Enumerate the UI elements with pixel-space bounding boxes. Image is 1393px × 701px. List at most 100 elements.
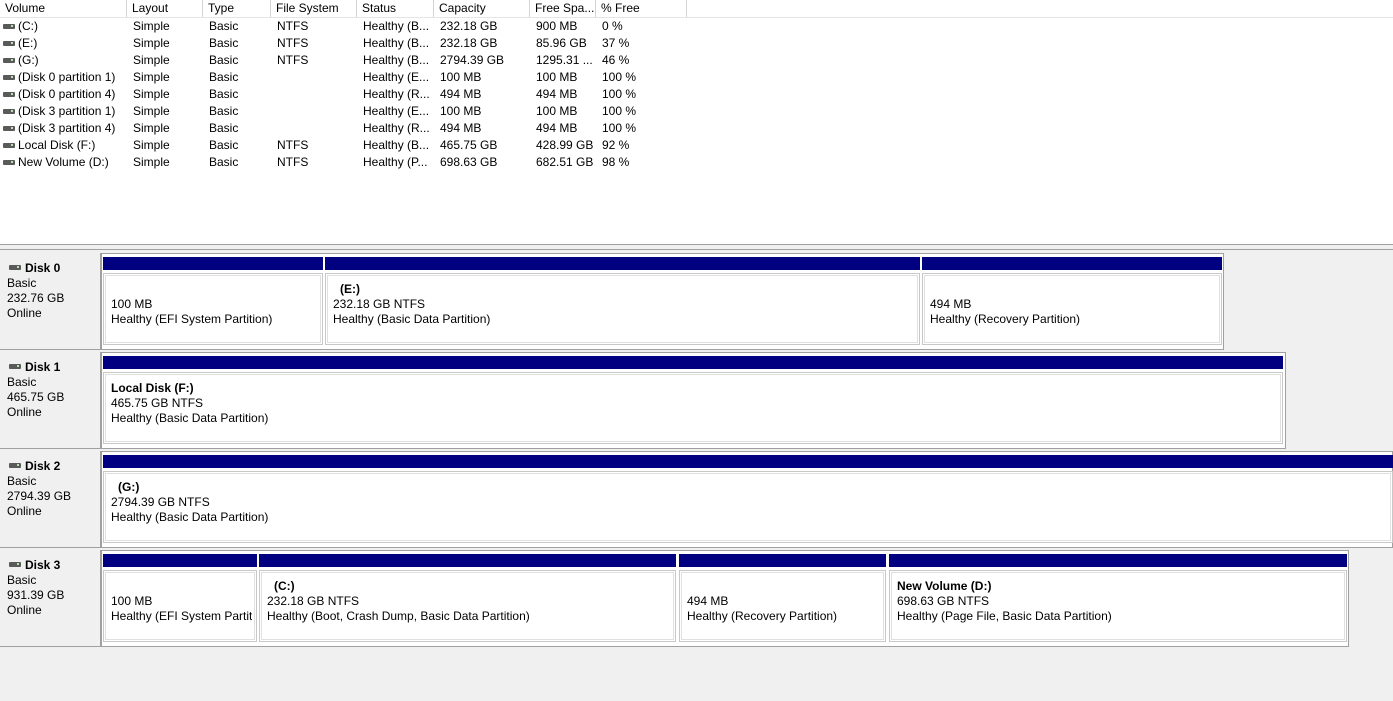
cell-type: Basic <box>209 53 239 67</box>
disk-name: Disk 0 <box>25 261 61 275</box>
partition-body: (E:) 232.18 GB NTFS Healthy (Basic Data Pa… <box>325 273 920 345</box>
cell-status: Healthy (B... <box>363 19 430 33</box>
cell-type: Basic <box>209 19 239 33</box>
partition-color-bar <box>103 455 1393 468</box>
volume-row[interactable]: (Disk 3 partition 1) Simple Basic Healthy (… <box>0 103 700 120</box>
column-header-free-space[interactable]: Free Spa... <box>530 0 596 17</box>
cell-type: Basic <box>209 155 239 169</box>
volume-row[interactable]: (Disk 0 partition 4) Simple Basic Healthy (… <box>0 86 700 103</box>
cell-percent-free: 37 % <box>602 36 630 50</box>
cell-status: Healthy (B... <box>363 36 430 50</box>
partition-block[interactable]: (G:) 2794.39 GB NTFS Healthy (Basic Data P… <box>103 455 1393 543</box>
partition-color-bar <box>103 356 1283 369</box>
partition-block[interactable]: 100 MBHealthy (EFI System Partition) <box>103 554 257 642</box>
cell-capacity: 232.18 GB <box>440 19 498 33</box>
cell-layout: Simple <box>133 36 170 50</box>
cell-volume-name: (Disk 3 partition 4) <box>18 121 116 135</box>
cell-volume-name: (Disk 3 partition 1) <box>18 104 116 118</box>
volume-list[interactable]: Volume Layout Type File System Status Ca… <box>0 0 1393 244</box>
cell-file-system: NTFS <box>277 36 309 50</box>
cell-capacity: 100 MB <box>440 70 482 84</box>
disk-size: 931.39 GB <box>7 588 65 602</box>
cell-free-space: 682.51 GB <box>536 155 594 169</box>
disk-size: 2794.39 GB <box>7 489 72 503</box>
partition-block[interactable]: (E:) 232.18 GB NTFS Healthy (Basic Data Pa… <box>325 257 920 345</box>
disk-size: 465.75 GB <box>7 390 65 404</box>
partition-color-bar <box>325 257 920 270</box>
column-header-layout[interactable]: Layout <box>127 0 203 17</box>
partition-body: 494 MB Healthy (Recovery Partition) <box>922 273 1222 345</box>
partition-size: 465.75 GB NTFS <box>111 396 204 410</box>
disk-label-3[interactable]: Disk 3 Basic 931.39 GB Online <box>0 550 101 647</box>
cell-free-space: 494 MB <box>536 87 578 101</box>
disk-partition-area: Local Disk (F:) 465.75 GB NTFS Healthy (Ba… <box>101 352 1286 449</box>
cell-layout: Simple <box>133 138 170 152</box>
partition-block[interactable]: (C:) 232.18 GB NTFS Healthy (Boot, Crash D… <box>259 554 676 642</box>
cell-percent-free: 100 % <box>602 104 637 118</box>
cell-capacity: 465.75 GB <box>440 138 498 152</box>
cell-type: Basic <box>209 36 239 50</box>
partition-block[interactable]: New Volume (D:) 698.63 GB NTFS Healthy (Pa… <box>889 554 1347 642</box>
cell-type: Basic <box>209 121 239 135</box>
partition-size: 494 MB <box>930 297 972 311</box>
column-header-capacity[interactable]: Capacity <box>434 0 530 17</box>
column-header-status[interactable]: Status <box>357 0 434 17</box>
partition-status: Healthy (EFI System Partition) <box>111 312 273 326</box>
cell-status: Healthy (E... <box>363 70 430 84</box>
partition-status: Healthy (Recovery Partition) <box>687 609 838 623</box>
volume-row[interactable]: Local Disk (F:) Simple Basic NTFS Healthy (B… <box>0 137 700 154</box>
column-header-type[interactable]: Type <box>203 0 271 17</box>
partition-status: Healthy (Page File, Basic Data Partition… <box>897 609 1112 623</box>
disk-type: Basic <box>7 573 37 587</box>
disk-partition-area: 100 MB Healthy (EFI System Partition) (E:)… <box>101 253 1224 350</box>
disk-name: Disk 1 <box>25 360 61 374</box>
partition-name: (E:) <box>340 282 360 296</box>
partition-block[interactable]: 494 MB Healthy (Recovery Partition) <box>679 554 886 642</box>
partition-block[interactable]: 100 MBHealthy (EFI System Partition) <box>103 257 323 345</box>
column-header-volume[interactable]: Volume <box>0 0 127 17</box>
disk-name: Disk 2 <box>25 459 61 473</box>
pane-splitter[interactable] <box>0 244 1393 250</box>
volume-row[interactable]: (G:) Simple Basic NTFS Healthy (B... 2794.39 … <box>0 52 700 69</box>
cell-percent-free: 100 % <box>602 87 637 101</box>
partition-block[interactable]: Local Disk (F:) 465.75 GB NTFS Healthy (Ba… <box>103 356 1283 444</box>
cell-percent-free: 100 % <box>602 70 637 84</box>
cell-free-space: 100 MB <box>536 104 578 118</box>
volume-row[interactable]: (C:) Simple Basic NTFS Healthy (B... 232.18 G… <box>0 18 700 35</box>
column-header-file-system[interactable]: File System <box>271 0 357 17</box>
partition-block[interactable]: 494 MB Healthy (Recovery Partition) <box>922 257 1222 345</box>
cell-capacity: 494 MB <box>440 87 482 101</box>
partition-body: New Volume (D:) 698.63 GB NTFS Healthy (Pa… <box>889 570 1347 642</box>
disk-type: Basic <box>7 474 37 488</box>
drive-icon <box>3 143 15 148</box>
partition-body: (C:) 232.18 GB NTFS Healthy (Boot, Crash D… <box>259 570 676 642</box>
drive-icon <box>3 126 15 131</box>
cell-capacity: 100 MB <box>440 104 482 118</box>
partition-name: (G:) <box>118 480 140 494</box>
column-header-percent-free[interactable]: % Free <box>596 0 687 17</box>
disk-type: Basic <box>7 375 37 389</box>
cell-free-space: 100 MB <box>536 70 578 84</box>
volume-row[interactable]: (E:) Simple Basic NTFS Healthy (B... 232.18 G… <box>0 35 700 52</box>
partition-body: 100 MBHealthy (EFI System Partition) <box>103 570 257 642</box>
cell-file-system: NTFS <box>277 155 309 169</box>
cell-status: Healthy (R... <box>363 87 430 101</box>
volume-row[interactable]: (Disk 3 partition 4) Simple Basic Healthy (… <box>0 120 700 137</box>
cell-status: Healthy (E... <box>363 104 430 118</box>
drive-icon <box>3 160 15 165</box>
partition-size: 100 MB <box>111 594 153 608</box>
partition-color-bar <box>679 554 886 567</box>
partition-status: Healthy (Basic Data Partition) <box>111 411 269 425</box>
cell-type: Basic <box>209 70 239 84</box>
partition-body: 100 MBHealthy (EFI System Partition) <box>103 273 323 345</box>
disk-label-0[interactable]: Disk 0 Basic 232.76 GB Online <box>0 253 101 350</box>
partition-size: 100 MB <box>111 297 153 311</box>
volume-row[interactable]: New Volume (D:) Simple Basic NTFS Healthy (P… <box>0 154 700 171</box>
disk-label-1[interactable]: Disk 1 Basic 465.75 GB Online <box>0 352 101 449</box>
cell-status: Healthy (B... <box>363 53 430 67</box>
volume-row[interactable]: (Disk 0 partition 1) Simple Basic Healthy (… <box>0 69 700 86</box>
cell-layout: Simple <box>133 19 170 33</box>
partition-status: Healthy (Recovery Partition) <box>930 312 1081 326</box>
drive-icon <box>3 109 15 114</box>
disk-label-2[interactable]: Disk 2 Basic 2794.39 GB Online <box>0 451 101 548</box>
